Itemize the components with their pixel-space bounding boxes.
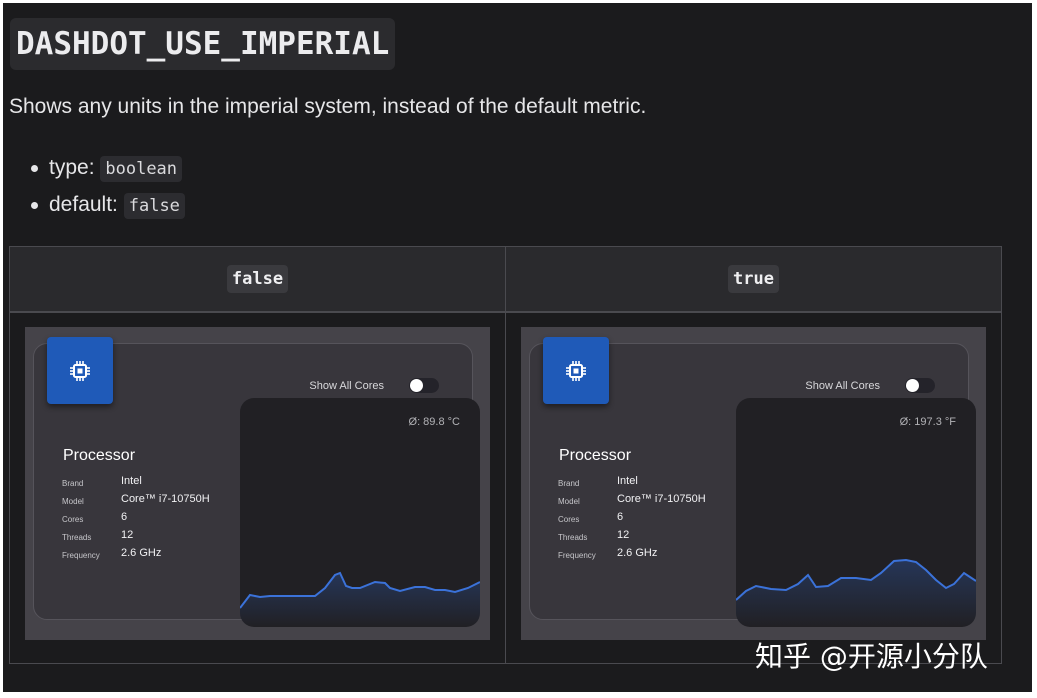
- spec-key: Frequency: [62, 551, 100, 560]
- page-heading: DASHDOT_USE_IMPERIAL: [10, 18, 396, 70]
- list-item-type: type: boolean: [31, 149, 185, 186]
- spec-value: 6: [121, 511, 128, 523]
- toggle-knob: [906, 379, 919, 392]
- comparison-table: false true Show All Cores Processor Bran…: [9, 246, 1002, 664]
- spec-row-model: Model Core™ i7-10750H: [62, 493, 262, 511]
- spec-key: Threads: [558, 533, 588, 542]
- table-header-true: true: [506, 247, 1001, 311]
- imperial-widget-image: Show All Cores Processor Brand Intel Mod…: [521, 327, 986, 640]
- document-page: DASHDOT_USE_IMPERIAL Shows any units in …: [3, 3, 1032, 692]
- spec-row-frequency: Frequency 2.6 GHz: [558, 547, 758, 565]
- show-all-cores-toggle[interactable]: [905, 378, 935, 393]
- watermark-text: 知乎 @开源小分队: [755, 640, 988, 673]
- spec-value: 12: [121, 529, 134, 541]
- spec-value: Intel: [121, 475, 142, 487]
- header-true-code: true: [728, 265, 779, 293]
- description-text: Shows any units in the imperial system, …: [9, 95, 647, 118]
- list-item-default: default: false: [31, 186, 185, 223]
- type-value: boolean: [100, 156, 183, 182]
- spec-value: 2.6 GHz: [617, 547, 658, 559]
- spec-key: Model: [62, 497, 84, 506]
- header-false-code: false: [226, 265, 289, 293]
- spec-row-brand: Brand Intel: [558, 475, 758, 493]
- show-all-cores-label: Show All Cores: [805, 380, 880, 392]
- metric-widget-image: Show All Cores Processor Brand Intel Mod…: [25, 327, 490, 640]
- spec-key: Threads: [62, 533, 92, 542]
- show-all-cores-label: Show All Cores: [309, 380, 384, 392]
- spec-value: Intel: [617, 475, 638, 487]
- spec-row-frequency: Frequency 2.6 GHz: [62, 547, 262, 565]
- spec-key: Frequency: [558, 551, 596, 560]
- toggle-knob: [410, 379, 423, 392]
- cpu-load-area: [736, 560, 976, 627]
- show-all-cores-toggle[interactable]: [409, 378, 439, 393]
- cpu-load-chart: [736, 558, 976, 627]
- spec-key: Brand: [62, 479, 84, 488]
- spec-row-cores: Cores 6: [62, 511, 262, 529]
- spec-row-threads: Threads 12: [62, 529, 262, 547]
- spec-key: Model: [558, 497, 580, 506]
- cpu-icon-tile: [543, 337, 609, 404]
- table-header-false: false: [10, 247, 505, 311]
- spec-key: Brand: [558, 479, 580, 488]
- cpu-load-graph: Ø: 197.3 °F: [736, 398, 976, 627]
- cpu-icon-tile: [47, 337, 113, 404]
- type-label: type:: [49, 156, 95, 179]
- spec-value: 12: [617, 529, 630, 541]
- default-label: default:: [49, 193, 118, 216]
- spec-row-model: Model Core™ i7-10750H: [558, 493, 758, 511]
- spec-value: Core™ i7-10750H: [617, 493, 706, 505]
- spec-value: Core™ i7-10750H: [121, 493, 210, 505]
- cpu-chip-icon: [70, 360, 90, 381]
- processor-title: Processor: [559, 447, 632, 464]
- spec-key: Cores: [62, 515, 84, 524]
- cpu-chip-icon: [566, 360, 586, 381]
- processor-title: Processor: [63, 447, 136, 464]
- spec-value: 6: [617, 511, 624, 523]
- spec-row-threads: Threads 12: [558, 529, 758, 547]
- cpu-load-graph: Ø: 89.8 °C: [240, 398, 480, 627]
- spec-value: 2.6 GHz: [121, 547, 162, 559]
- cpu-load-area: [240, 573, 480, 627]
- cpu-load-chart: [240, 571, 480, 627]
- spec-key: Cores: [558, 515, 580, 524]
- default-value: false: [123, 193, 185, 219]
- spec-row-brand: Brand Intel: [62, 475, 262, 493]
- property-list: type: boolean default: false: [31, 149, 185, 223]
- spec-row-cores: Cores 6: [558, 511, 758, 529]
